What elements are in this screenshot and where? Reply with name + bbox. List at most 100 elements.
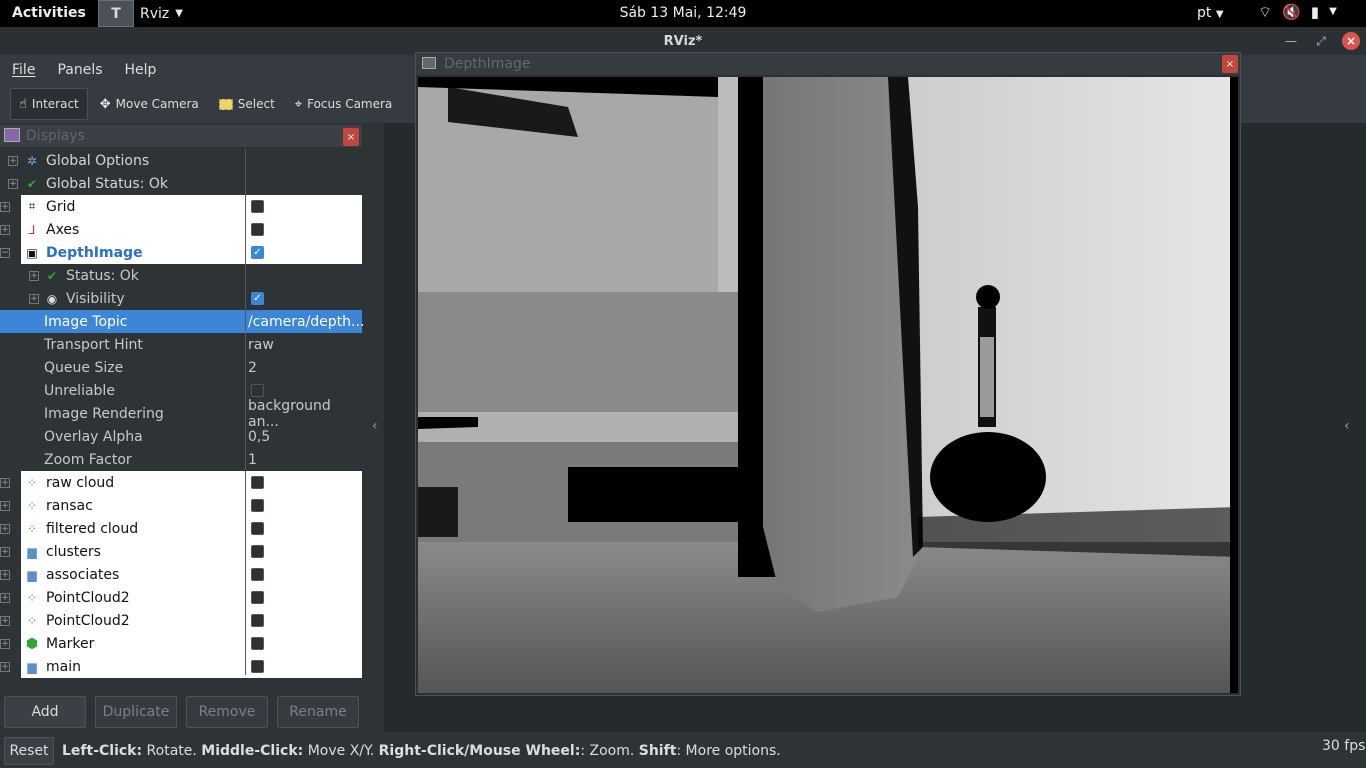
- unreliable-checkbox[interactable]: [251, 384, 264, 397]
- tree-row-ransac[interactable]: + ⁘ ransac: [0, 494, 362, 517]
- duplicate-button[interactable]: Duplicate: [95, 696, 177, 728]
- tree-row-axes[interactable]: + ⅃ Axes: [0, 218, 362, 241]
- enable-checkbox[interactable]: [251, 499, 264, 512]
- window-close-button[interactable]: ×: [1342, 32, 1360, 50]
- depth-image-window-title: DepthImage: [444, 56, 531, 72]
- maximize-button[interactable]: ⤢: [1312, 32, 1330, 50]
- tree-row-visibility[interactable]: + ◉ Visibility ✓: [0, 287, 362, 310]
- select-tool-button[interactable]: Select: [211, 88, 283, 120]
- tree-row-label: Queue Size: [44, 359, 124, 376]
- expand-icon[interactable]: +: [0, 500, 10, 511]
- enable-checkbox[interactable]: [251, 522, 264, 535]
- tree-row-image-rendering[interactable]: Image Rendering background an...: [0, 398, 362, 430]
- reset-button[interactable]: Reset: [4, 737, 54, 765]
- tree-row-marker[interactable]: + ⬢ Marker: [0, 632, 362, 655]
- tree-row-filtered-cloud[interactable]: + ⁘ filtered cloud: [0, 517, 362, 540]
- expand-icon[interactable]: +: [0, 523, 10, 534]
- tree-row-global-options[interactable]: + ✲ Global Options: [0, 149, 362, 172]
- tree-row-overlay-alpha[interactable]: Overlay Alpha 0,5: [0, 425, 362, 448]
- displays-panel-header[interactable]: Displays ×: [0, 125, 362, 147]
- chevron-left-icon[interactable]: ‹: [1344, 418, 1350, 434]
- enable-checkbox[interactable]: [251, 545, 264, 558]
- expand-icon[interactable]: +: [0, 638, 10, 649]
- tree-row-transport-hint[interactable]: Transport Hint raw: [0, 333, 362, 356]
- tree-row-global-status[interactable]: + ✔ Global Status: Ok: [0, 172, 362, 195]
- enable-checkbox[interactable]: [251, 614, 264, 627]
- hint-key: Right-Click/Mouse Wheel:: [378, 743, 581, 759]
- language-indicator[interactable]: pt ▼: [1197, 5, 1224, 21]
- depth-image-view[interactable]: [418, 77, 1238, 693]
- tree-row-depthimage[interactable]: − ▣ DepthImage ✓: [0, 241, 362, 264]
- tree-row-grid[interactable]: + ⌗ Grid: [0, 195, 362, 218]
- enable-checkbox[interactable]: [251, 660, 264, 673]
- expand-icon[interactable]: +: [0, 661, 10, 672]
- checkmark-icon: ✔: [26, 176, 38, 191]
- panel-close-button[interactable]: ×: [343, 128, 359, 146]
- enable-checkbox[interactable]: [251, 637, 264, 650]
- expand-icon[interactable]: +: [0, 224, 10, 235]
- status-bar: Reset Left-Click: Rotate. Middle-Click: …: [0, 732, 1366, 768]
- tree-row-pointcloud2[interactable]: + ⁘ PointCloud2: [0, 586, 362, 609]
- expand-icon[interactable]: +: [0, 477, 10, 488]
- tree-row-queue-size[interactable]: Queue Size 2: [0, 356, 362, 379]
- enable-checkbox[interactable]: [251, 476, 264, 489]
- chevron-left-icon[interactable]: ‹: [372, 418, 378, 434]
- tree-row-clusters[interactable]: + ▆ clusters: [0, 540, 362, 563]
- enable-checkbox[interactable]: [251, 591, 264, 604]
- depth-image-window-header[interactable]: DepthImage ×: [416, 53, 1240, 75]
- window-title-bar[interactable]: RViz* — ⤢ ×: [0, 27, 1366, 55]
- expand-icon[interactable]: +: [0, 546, 10, 557]
- queue-size-value[interactable]: 2: [248, 360, 257, 376]
- add-button[interactable]: Add: [4, 696, 86, 728]
- tree-row-associates[interactable]: + ▆ associates: [0, 563, 362, 586]
- expand-icon[interactable]: +: [0, 201, 10, 212]
- axes-icon: ⅃: [28, 222, 36, 237]
- expand-icon[interactable]: +: [0, 592, 10, 603]
- collapse-icon[interactable]: −: [0, 247, 10, 258]
- menu-help[interactable]: Help: [125, 62, 157, 78]
- overlay-alpha-value[interactable]: 0,5: [248, 429, 270, 445]
- depth-image-window[interactable]: DepthImage ×: [415, 52, 1241, 696]
- expand-icon[interactable]: +: [0, 615, 10, 626]
- activities-button[interactable]: Activities: [12, 5, 86, 21]
- enable-checkbox[interactable]: ✓: [251, 246, 264, 259]
- focus-camera-label: Focus Camera: [307, 97, 393, 111]
- zoom-factor-value[interactable]: 1: [248, 452, 257, 468]
- tree-row-main[interactable]: + ▆ main: [0, 655, 362, 678]
- status-hint: Left-Click: Rotate. Middle-Click: Move X…: [62, 743, 781, 759]
- tree-row-label: PointCloud2: [46, 612, 130, 629]
- point-cloud-icon: ⁘: [26, 521, 38, 536]
- visibility-checkbox[interactable]: ✓: [251, 292, 264, 305]
- clock[interactable]: Sáb 13 Mai, 12:49: [0, 5, 1366, 21]
- minimize-button[interactable]: —: [1282, 32, 1300, 50]
- tree-row-image-topic[interactable]: Image Topic /camera/depth...: [0, 310, 364, 333]
- system-tray[interactable]: ⌔ 🔇 ▮ ▼: [1258, 3, 1337, 22]
- menu-panels[interactable]: Panels: [57, 62, 102, 78]
- tree-row-raw-cloud[interactable]: + ⁘ raw cloud: [0, 471, 362, 494]
- enable-checkbox[interactable]: [251, 200, 264, 213]
- expand-icon[interactable]: +: [0, 569, 10, 580]
- enable-checkbox[interactable]: [251, 223, 264, 236]
- app-menu[interactable]: T Rviz ▼: [98, 0, 183, 27]
- image-topic-value[interactable]: /camera/depth...: [248, 314, 364, 330]
- rename-button[interactable]: Rename: [277, 696, 359, 728]
- interact-tool-button[interactable]: ☝ Interact: [10, 88, 88, 120]
- expand-icon[interactable]: +: [29, 270, 39, 281]
- focus-camera-tool-button[interactable]: ⌖ Focus Camera: [287, 88, 401, 120]
- move-camera-tool-button[interactable]: ✥ Move Camera: [92, 88, 207, 120]
- tree-row-label: ransac: [46, 497, 93, 514]
- column-separator[interactable]: [245, 149, 246, 675]
- tree-row-label: Image Rendering: [44, 405, 164, 422]
- tree-row-pointcloud2[interactable]: + ⁘ PointCloud2: [0, 609, 362, 632]
- depth-window-close-button[interactable]: ×: [1222, 55, 1238, 73]
- expand-icon[interactable]: +: [8, 178, 18, 189]
- eye-icon: ◉: [46, 291, 58, 306]
- expand-icon[interactable]: +: [29, 293, 39, 304]
- tree-row-zoom-factor[interactable]: Zoom Factor 1: [0, 448, 362, 471]
- transport-hint-value[interactable]: raw: [248, 337, 274, 353]
- menu-file[interactable]: File: [12, 62, 35, 78]
- enable-checkbox[interactable]: [251, 568, 264, 581]
- expand-icon[interactable]: +: [8, 155, 18, 166]
- remove-button[interactable]: Remove: [186, 696, 268, 728]
- tree-row-status-ok[interactable]: + ✔ Status: Ok: [0, 264, 362, 287]
